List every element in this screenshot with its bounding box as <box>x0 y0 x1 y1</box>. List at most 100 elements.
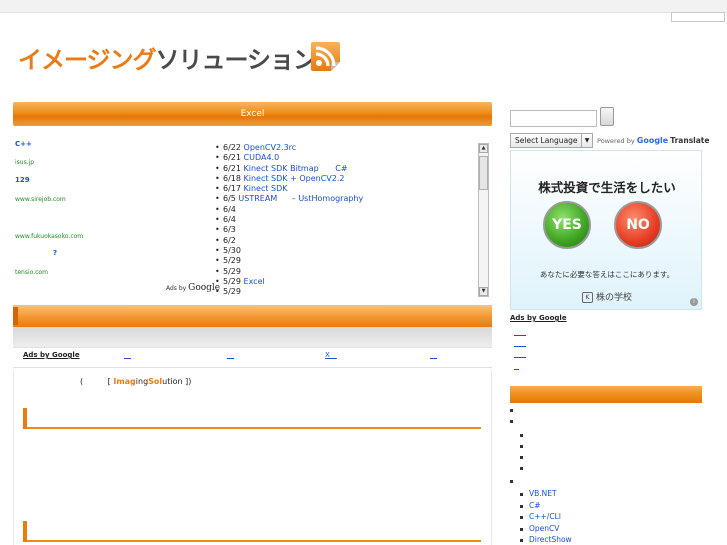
list-bullet <box>520 467 523 470</box>
news-date: 6/21 <box>223 163 241 173</box>
news-item: 6/22 OpenCV2.3rc <box>215 143 480 154</box>
orange-section-band <box>13 305 492 327</box>
sidebar-search-input[interactable] <box>510 110 597 127</box>
powered-by-label: Powered by <box>597 137 635 145</box>
list-bullet <box>520 528 523 531</box>
category-link[interactable]: C++/CLI <box>529 512 561 521</box>
no-button[interactable]: NO <box>614 201 662 249</box>
ad-link[interactable]: 129 <box>15 176 30 184</box>
language-select[interactable]: Select Language ▼ <box>510 133 593 148</box>
ad-url[interactable]: tensio.com <box>15 269 48 276</box>
scrollbar-thumb[interactable] <box>479 156 488 190</box>
news-link-extra[interactable]: C# <box>335 164 347 173</box>
category-link[interactable]: DirectShow <box>529 535 572 544</box>
band-stub <box>13 307 18 325</box>
ad-links-title[interactable]: Ads by Google <box>23 351 80 359</box>
news-link[interactable]: OpenCV2.3rc <box>244 143 297 152</box>
news-item: 6/17 Kinect SDK <box>215 184 480 195</box>
news-date: 6/2 <box>223 235 236 245</box>
list-bullet <box>520 539 523 542</box>
news-item: 5/29 <box>215 256 480 267</box>
list-bullet <box>510 420 513 423</box>
news-date: 6/17 <box>223 184 241 194</box>
ad-links-bar: Ads by Google __ __ X__ __ <box>13 347 492 368</box>
news-link[interactable]: USTREAM <box>238 194 277 203</box>
sidebar-search-button[interactable] <box>600 107 614 126</box>
top-search-input[interactable] <box>671 12 725 22</box>
heading-accent <box>23 521 27 542</box>
news-item: 6/3 <box>215 225 480 236</box>
rss-feed-icon[interactable] <box>309 40 342 73</box>
list-bullet <box>510 409 513 412</box>
category-link[interactable]: VB.NET <box>529 489 557 498</box>
google-logo: Google <box>636 136 669 145</box>
list-bullet <box>520 445 523 448</box>
bracket: [ <box>107 377 111 386</box>
scroll-up-icon[interactable]: ▲ <box>479 144 488 153</box>
banner-school: K 株の学校 <box>511 290 701 303</box>
logo-part2: ソリューション <box>155 46 318 74</box>
news-date: 6/4 <box>223 204 236 214</box>
chevron-down-icon[interactable]: ▼ <box>581 134 592 147</box>
logo-part1: イメージング <box>18 46 157 74</box>
ads-by-label: Ads by <box>166 285 187 292</box>
news-link[interactable]: Kinect SDK Bitmap <box>244 164 319 173</box>
news-date: 6/4 <box>223 215 236 225</box>
ad-link[interactable]: ? <box>53 249 57 257</box>
ad-link-2[interactable]: __ <box>227 351 234 359</box>
ad-url[interactable]: www.sirejob.com <box>15 196 66 203</box>
news-item: 5/30 <box>215 245 480 257</box>
news-item: 6/21 Kinect SDK Bitmap C# <box>215 163 480 175</box>
imaging-highlight: Imag <box>113 377 136 386</box>
news-item: 6/2 <box>215 235 480 247</box>
solution-end: ution ]) <box>162 377 192 386</box>
ad-link-3[interactable]: X__ <box>325 351 337 359</box>
category-link[interactable]: C# <box>529 501 541 510</box>
school-name: 株の学校 <box>595 293 632 303</box>
news-date: 5/30 <box>223 245 241 255</box>
news-item: 5/29 <box>215 266 480 278</box>
news-link[interactable]: Kinect SDK + OpenCV2.2 <box>244 174 345 183</box>
site-logo[interactable]: イメージングソリューション <box>18 40 318 75</box>
sidebar-ad-link[interactable] <box>514 362 519 370</box>
sidebar-ads-by-google[interactable]: Ads by Google <box>510 314 567 322</box>
imaging-solution-text: ( [ ImagingSolution ]) <box>80 377 191 386</box>
ad-link[interactable]: C++ <box>15 140 32 148</box>
banner-title: 株式投資で生活をしたい <box>538 180 676 195</box>
gray-section-band <box>13 327 492 347</box>
google-ads-block: C++ isus.jp 129 www.sirejob.com www.fuku… <box>13 137 220 302</box>
news-link[interactable]: CUDA4.0 <box>244 153 280 162</box>
news-date: 5/29 <box>223 287 241 297</box>
news-date: 6/5 <box>223 194 236 204</box>
list-bullet <box>520 434 523 437</box>
news-item: 5/29 <box>215 287 480 298</box>
ad-link-1[interactable]: __ <box>124 351 131 359</box>
news-link-extra[interactable]: – UstHomography <box>292 194 363 203</box>
scroll-down-icon[interactable]: ▼ <box>479 287 488 296</box>
sidebar-ad-link[interactable] <box>514 350 526 358</box>
list-bullet <box>510 480 513 483</box>
list-bullet <box>520 456 523 459</box>
category-link[interactable]: OpenCV <box>529 524 559 533</box>
school-logo-icon: K <box>581 292 593 303</box>
ad-link-4[interactable]: __ <box>430 351 437 359</box>
news-date: 5/29 <box>223 266 241 276</box>
news-list: 6/22 OpenCV2.3rc 6/21 CUDA4.0 6/21 Kinec… <box>215 143 480 299</box>
main-content <box>13 370 492 545</box>
news-scrollbar[interactable]: ▲ ▼ <box>478 143 489 297</box>
list-bullet <box>520 516 523 519</box>
section-heading <box>23 408 481 429</box>
ads-by-google[interactable]: Ads by Google <box>166 283 220 293</box>
sidebar-ad-link[interactable] <box>514 328 526 336</box>
stock-school-ad-banner[interactable]: 株式投資で生活をしたい YES NO あなたに必要な答えはここにあります。 K株… <box>510 150 702 310</box>
news-link[interactable]: Excel <box>244 277 265 286</box>
solution-highlight: Sol <box>148 377 163 386</box>
news-item: 6/21 CUDA4.0 <box>215 153 480 164</box>
yes-button[interactable]: YES <box>543 201 591 249</box>
language-select-value: Select Language <box>515 136 578 145</box>
ad-info-icon[interactable]: i <box>690 298 698 306</box>
news-link[interactable]: Kinect SDK <box>244 184 288 193</box>
ad-url[interactable]: isus.jp <box>15 159 34 166</box>
sidebar-ad-link[interactable] <box>514 339 526 347</box>
ad-url[interactable]: www.fukuokasoko.com <box>15 233 83 240</box>
